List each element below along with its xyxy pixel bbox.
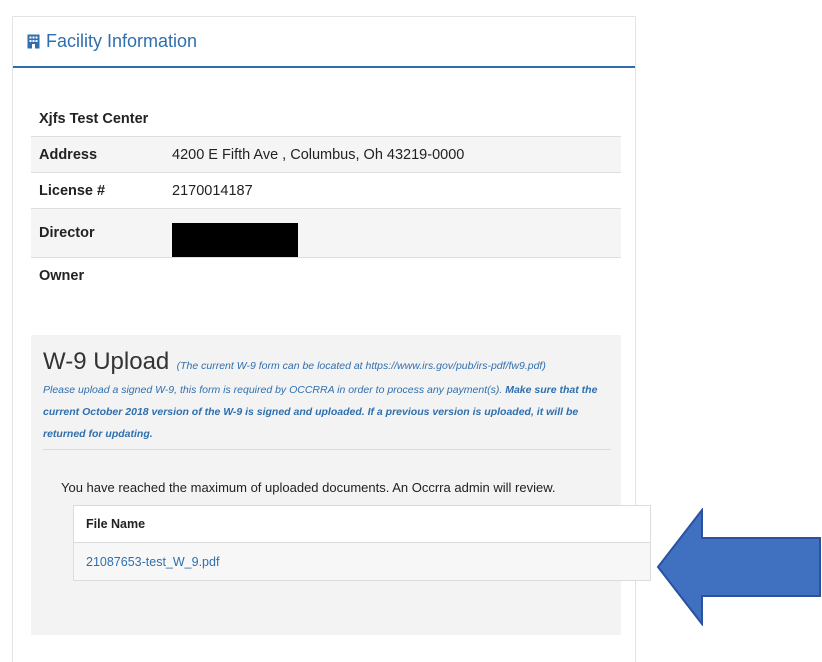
director-value	[164, 208, 621, 258]
redaction-box	[172, 223, 298, 257]
file-table-header-row: File Name	[73, 505, 651, 543]
owner-value	[164, 257, 621, 293]
w9-description: Please upload a signed W-9, this form is…	[43, 379, 611, 445]
building-icon	[27, 34, 40, 49]
license-row: License # 2170014187	[31, 172, 621, 209]
facility-name: Xjfs Test Center	[39, 110, 149, 127]
w9-title: W-9 Upload	[43, 348, 170, 375]
file-cell: 21087653-test_W_9.pdf	[73, 542, 651, 581]
address-row: Address 4200 E Fifth Ave , Columbus, Oh …	[31, 136, 621, 173]
panel-title: Facility Information	[46, 31, 198, 51]
file-link[interactable]: 21087653-test_W_9.pdf	[86, 555, 219, 569]
facility-name-row: Xjfs Test Center	[31, 101, 621, 137]
license-label: License #	[31, 172, 164, 209]
license-value: 2170014187	[164, 172, 621, 209]
divider	[43, 449, 611, 450]
upload-limit-notice: You have reached the maximum of uploaded…	[61, 480, 556, 495]
w9-upload-section: W-9 Upload (The current W-9 form can be …	[31, 335, 651, 635]
address-value: 4200 E Fifth Ave , Columbus, Oh 43219-00…	[164, 136, 621, 173]
uploaded-files-table: File Name 21087653-test_W_9.pdf	[73, 505, 651, 581]
address-label: Address	[31, 136, 164, 173]
w9-description-plain: Please upload a signed W-9, this form is…	[43, 384, 503, 396]
file-name-header: File Name	[73, 505, 651, 543]
w9-hint[interactable]: (The current W-9 form can be located at …	[177, 360, 546, 372]
owner-label: Owner	[31, 257, 164, 293]
panel-heading: Facility Information	[13, 17, 635, 68]
director-row: Director	[31, 208, 621, 258]
facility-information-panel: Facility Information Xjfs Test Center Ad…	[12, 16, 651, 662]
arrow-left-icon	[656, 508, 821, 626]
owner-row: Owner	[31, 257, 621, 293]
w9-title-line: W-9 Upload (The current W-9 form can be …	[43, 349, 611, 379]
table-row: 21087653-test_W_9.pdf	[73, 542, 651, 581]
page: Facility Information Xjfs Test Center Ad…	[0, 0, 822, 662]
director-label: Director	[31, 208, 164, 258]
facility-info-table: Xjfs Test Center Address 4200 E Fifth Av…	[31, 101, 621, 293]
